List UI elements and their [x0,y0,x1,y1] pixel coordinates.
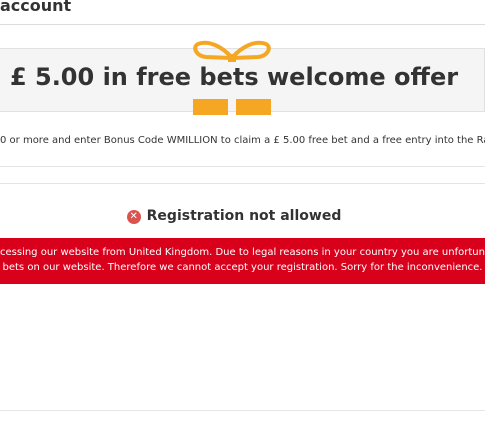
registration-status-text: Registration not allowed [146,208,342,224]
header-title: account [0,0,72,15]
bonus-description: 0 or more and enter Bonus Code WMILLION … [0,135,485,146]
divider [0,410,485,411]
error-x-icon: ✕ [126,210,141,224]
divider [0,166,485,167]
page-header: account [0,0,485,25]
registration-status: ✕ Registration not allowed [0,208,468,224]
alert-message-line2: bets on our website. Therefore we cannot… [2,262,483,273]
alert-message-line1: cessing our website from United Kingdom.… [0,247,485,258]
gift-box-icon [193,99,271,115]
registration-alert: cessing our website from United Kingdom.… [0,238,485,284]
divider [0,183,485,184]
gift-icon [193,40,271,62]
offer-title: £ 5.00 in free bets welcome offer [9,63,459,91]
